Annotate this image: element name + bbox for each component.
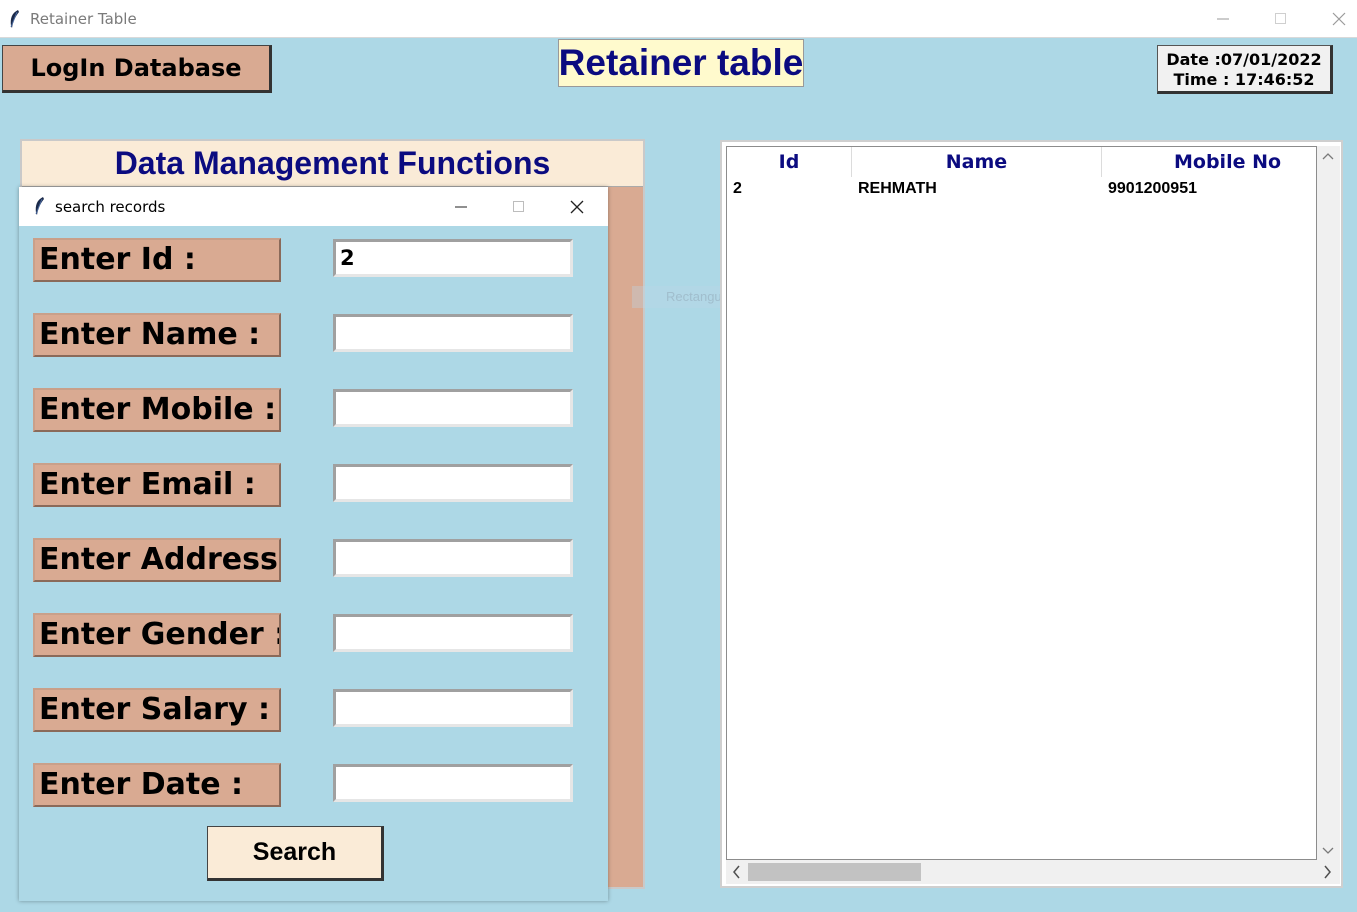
column-header-id[interactable]: Id — [727, 147, 851, 177]
app-window: Retainer Table LogIn Database Retainer t… — [0, 0, 1357, 912]
salary-input[interactable] — [333, 689, 573, 727]
mobile-input[interactable] — [333, 389, 573, 427]
feather-app-icon — [10, 10, 19, 28]
dialog-titlebar[interactable]: search records — [19, 187, 608, 226]
scroll-left-icon[interactable] — [731, 865, 741, 882]
minimize-button[interactable] — [1194, 0, 1252, 38]
label-date: Enter Date : — [33, 763, 281, 807]
scroll-right-icon[interactable] — [1323, 865, 1333, 882]
label-id: Enter Id : — [33, 238, 281, 282]
page-title: Retainer table — [558, 39, 804, 87]
scroll-down-icon[interactable] — [1322, 845, 1334, 859]
datetime-display: Date :07/01/2022 Time : 17:46:52 — [1157, 45, 1333, 94]
dialog-title: search records — [55, 198, 166, 216]
close-icon — [570, 200, 584, 213]
horizontal-scroll-thumb[interactable] — [748, 863, 921, 881]
email-input[interactable] — [333, 464, 573, 502]
close-icon — [1332, 12, 1346, 26]
maximize-icon — [513, 200, 524, 212]
search-button[interactable]: Search — [207, 826, 384, 881]
maximize-icon — [1275, 13, 1286, 24]
feather-dialog-icon — [35, 197, 44, 215]
data-management-title: Data Management Functions — [22, 141, 643, 187]
cell-id: 2 — [733, 180, 742, 197]
address-input[interactable] — [333, 539, 573, 577]
window-title: Retainer Table — [30, 10, 137, 28]
column-header-mobile[interactable]: Mobile No — [1102, 147, 1316, 177]
date-input[interactable] — [333, 764, 573, 802]
label-mobile: Enter Mobile : — [33, 388, 281, 432]
label-gender: Enter Gender : — [33, 613, 281, 657]
label-email: Enter Email : — [33, 463, 281, 507]
name-input[interactable] — [333, 314, 573, 352]
label-address: Enter Address: — [33, 538, 281, 582]
column-header-name[interactable]: Name — [852, 147, 1101, 177]
id-input[interactable] — [333, 239, 573, 277]
label-name: Enter Name : — [33, 313, 281, 357]
label-salary: Enter Salary : — [33, 688, 281, 732]
search-records-dialog[interactable]: search records Enter Id : Enter Name : E… — [19, 187, 608, 901]
login-database-button[interactable]: LogIn Database — [2, 45, 272, 93]
dialog-close-button[interactable] — [548, 187, 606, 226]
cell-name: REHMATH — [858, 180, 937, 197]
close-button[interactable] — [1310, 0, 1357, 38]
window-titlebar[interactable]: Retainer Table — [0, 0, 1357, 38]
records-table[interactable] — [726, 146, 1317, 860]
gender-input[interactable] — [333, 614, 573, 652]
dialog-maximize-button[interactable] — [490, 187, 548, 226]
scroll-up-icon[interactable] — [1322, 150, 1334, 164]
vertical-scrollbar[interactable] — [1317, 146, 1340, 860]
maximize-button[interactable] — [1252, 0, 1310, 38]
minimize-icon — [455, 206, 467, 207]
minimize-icon — [1217, 18, 1229, 20]
date-text: Date :07/01/2022 — [1166, 50, 1322, 69]
cell-mobile: 9901200951 — [1108, 180, 1197, 197]
time-text: Time : 17:46:52 — [1173, 70, 1315, 89]
dialog-minimize-button[interactable] — [432, 187, 490, 226]
